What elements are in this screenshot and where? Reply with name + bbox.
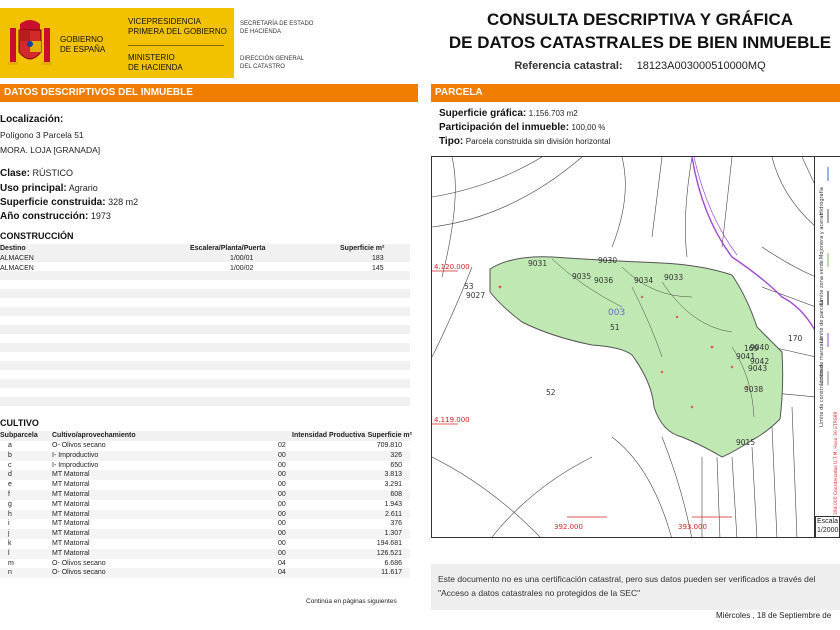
- clase-row: Clase: RÚSTICO: [0, 168, 74, 179]
- cultivo-row: k MT Matorral 00 194.681: [8, 539, 402, 547]
- map-coordinate-label: 4.119.000: [434, 416, 470, 424]
- map-scale: Escala 1/2000: [815, 516, 840, 538]
- cultivo-row: c I- Improductivo 00 650: [8, 461, 402, 469]
- tipo-row: Tipo: Parcela construida sin división ho…: [439, 136, 611, 147]
- cultivo-header: Subparcela Cultivo/aprovechamiento Inten…: [0, 431, 412, 441]
- superficie-grafica-row: Superficie gráfica: 1.156.703 m2: [439, 108, 578, 119]
- map-parcel-label: 9040: [750, 343, 769, 352]
- cultivo-row: j MT Matorral 00 1.307: [0, 529, 410, 539]
- parcel-map[interactable]: 9031 9030 9035 9036 9034 9033 003 51 53 9027 52 169…: [431, 156, 815, 538]
- cultivo-row: n O- Olivos secano 04 11.617: [0, 568, 410, 579]
- map-parcel-label: 9015: [736, 438, 755, 447]
- cultivo-row: e MT Matorral 00 3.291: [8, 481, 402, 489]
- map-parcel-label: 9035: [572, 272, 591, 281]
- continua-note: Continúa en páginas siguientes: [306, 598, 397, 605]
- section-bar-descriptivos: DATOS DESCRIPTIVOS DEL INMUEBLE: [0, 84, 418, 102]
- map-parcel-label: 53: [464, 282, 474, 291]
- cultivo-table: Subparcela Cultivo/aprovechamiento Inten…: [0, 431, 412, 579]
- cultivo-row: d MT Matorral 00 3.813: [0, 470, 410, 481]
- map-parcel-label: 9043: [748, 364, 767, 373]
- map-coordinate-label: 393.000: [678, 523, 707, 531]
- map-parcel-label: 9027: [466, 291, 485, 300]
- map-legend-item: Límite zona verde: [818, 260, 825, 305]
- map-legend-item: Mojonera y aceras: [819, 213, 825, 259]
- map-parcel-label: 51: [610, 323, 620, 332]
- localizacion-line2: MORA. LOJA [GRANADA]: [0, 145, 101, 155]
- localizacion-line1: Polígono 3 Parcela 51: [0, 130, 84, 140]
- construccion-row: ALMACEN 1/00/01 183: [0, 255, 384, 262]
- document-date: Miércoles , 18 de Septiembre de: [716, 611, 832, 620]
- construccion-header: Destino Escalera/Planta/Puerta Superfici…: [0, 244, 410, 254]
- map-legend-item: Límite de construcciones: [818, 364, 825, 427]
- map-parcel-label: 9034: [634, 276, 653, 285]
- cultivo-row: a O- Olivos secano 02 709.810: [8, 442, 402, 449]
- header-divider: [128, 45, 224, 46]
- document-title: CONSULTA DESCRIPTIVA Y GRÁFICA DE DATOS …: [448, 10, 832, 52]
- referencia-catastral: Referencia catastral: 18123A003000510000M…: [514, 60, 766, 72]
- superficie-row: Superficie construida: 328 m2: [0, 197, 139, 208]
- cultivo-row: m O- Olivos secano 04 6.686: [8, 559, 402, 567]
- map-parcel-label: 9031: [528, 259, 547, 268]
- cultivo-row: f MT Matorral 00 608: [0, 489, 410, 500]
- participacion-row: Participación del inmueble: 100,00 %: [439, 122, 606, 133]
- map-legend-item: Límite de parcela: [818, 300, 825, 343]
- cultivo-row: b I- Improductivo 00 326: [0, 450, 410, 461]
- construccion-title: CONSTRUCCIÓN: [0, 231, 74, 241]
- map-legend: Hidrografía Mojonera y aceras Límite zona …: [815, 156, 840, 517]
- map-parcel-label: 170: [788, 334, 803, 343]
- construccion-row: ALMACEN 1/00/02 145: [0, 264, 384, 272]
- construccion-table: Destino Escalera/Planta/Puerta Superfici…: [0, 244, 410, 410]
- cultivo-row: h MT Matorral 00 2.611: [0, 509, 410, 520]
- map-coordinate-label: 392.000: [554, 523, 583, 531]
- uso-row: Uso principal: Agrario: [0, 183, 98, 194]
- cultivo-row: g MT Matorral 00 1.943: [8, 500, 402, 508]
- cultivo-title: CULTIVO: [0, 418, 39, 428]
- direccion-name: DIRECCIÓN GENERAL DEL CATASTRO: [240, 56, 305, 70]
- cultivo-row: l MT Matorral 00 126.521: [0, 548, 410, 559]
- map-coordinate-label: 4.120.000: [434, 263, 470, 271]
- anio-row: Año construcción: 1973: [0, 211, 111, 222]
- map-crs-label: 394.000 Coordenadas U.T.M. Huso 30 ETRS8…: [833, 411, 839, 515]
- vicepresidency-name: VICEPRESIDENCIA PRIMERA DEL GOBIERNO: [128, 17, 227, 36]
- map-parcel-label: 9036: [594, 276, 613, 285]
- map-parcel-label: 9038: [744, 385, 763, 394]
- cultivo-row: i MT Matorral 00 376: [8, 520, 402, 528]
- footer-notice: Este documento no es una certificación c…: [438, 574, 816, 598]
- section-bar-parcela: PARCELA: [431, 84, 840, 102]
- coat-of-arms-icon: [8, 20, 52, 65]
- map-parcel-label: 9030: [598, 256, 617, 265]
- secretaria-name: SECRETARÍA DE ESTADO DE HACIENDA: [240, 21, 314, 35]
- map-parcel-label: 9033: [664, 273, 683, 282]
- government-name: GOBIERNO DE ESPAÑA: [60, 35, 106, 54]
- map-legend-item: Hidrografía: [818, 187, 825, 215]
- map-parcel-label: 003: [608, 308, 625, 318]
- parcel-map-drawing: 9031 90309035 9036 9034 90330035153902752169…: [432, 157, 814, 537]
- map-parcel-label: 52: [546, 388, 556, 397]
- localizacion-label: Localización:: [0, 114, 64, 125]
- ministry-name: MINISTERIO DE HACIENDA: [128, 53, 183, 72]
